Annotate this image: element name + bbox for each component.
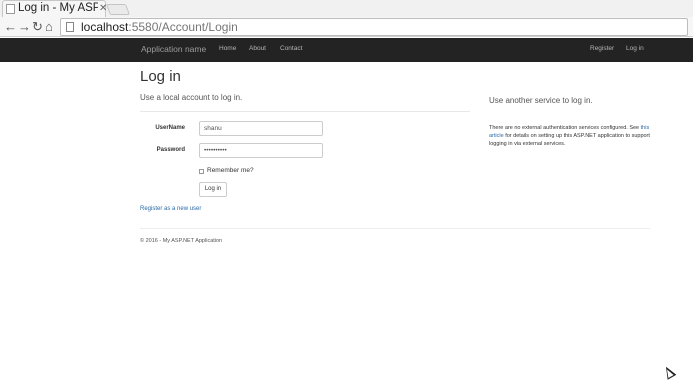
browser-toolbar: ← → ↻ ⌂ localhost:5580/Account/Login	[0, 17, 693, 37]
external-text-part: There are no external authentication ser…	[489, 125, 641, 131]
forward-icon[interactable]: →	[18, 19, 31, 34]
browser-tab[interactable]: Log in - My ASP.NET ✕	[2, 0, 107, 17]
reload-icon[interactable]: ↻	[32, 19, 43, 34]
address-bar[interactable]: localhost:5580/Account/Login	[60, 18, 688, 36]
login-button[interactable]: Log in	[199, 182, 227, 197]
nav-register-link[interactable]: Register	[590, 45, 614, 52]
url-text[interactable]: localhost:5580/Account/Login	[81, 20, 238, 34]
page-subtitle: Use a local account to log in.	[140, 93, 243, 102]
back-icon[interactable]: ←	[4, 19, 17, 34]
remember-me-checkbox[interactable]	[199, 169, 204, 174]
footer-divider	[140, 228, 650, 229]
brand-link[interactable]: Application name	[141, 44, 206, 54]
page-favicon-icon	[6, 4, 15, 14]
external-info-text: There are no external authentication ser…	[489, 124, 654, 148]
external-heading: Use another service to log in.	[489, 96, 593, 105]
nav-about-link[interactable]: About	[249, 45, 266, 52]
tab-title: Log in - My ASP.NET	[18, 2, 98, 14]
footer-text: © 2016 - My ASP.NET Application	[140, 238, 223, 244]
divider	[140, 111, 470, 112]
username-label: UserName	[155, 125, 185, 131]
password-label: Password	[156, 147, 185, 153]
username-input[interactable]	[199, 121, 323, 136]
nav-contact-link[interactable]: Contact	[280, 45, 302, 52]
nav-home-link[interactable]: Home	[219, 45, 236, 52]
home-icon[interactable]: ⌂	[45, 19, 53, 34]
new-tab-button[interactable]	[105, 4, 131, 15]
register-link[interactable]: Register as a new user	[140, 206, 201, 212]
nav-login-link[interactable]: Log in	[626, 45, 644, 52]
remember-me-label: Remember me?	[207, 167, 254, 174]
tab-strip: Log in - My ASP.NET ✕	[0, 0, 693, 17]
page-icon	[66, 22, 74, 32]
password-input[interactable]: ••••••••••	[199, 143, 323, 158]
external-text-part: for details on setting up this ASP.NET a…	[489, 133, 650, 147]
page-title: Log in	[140, 68, 181, 85]
site-navbar: Application name Home About Contact Regi…	[0, 38, 693, 62]
